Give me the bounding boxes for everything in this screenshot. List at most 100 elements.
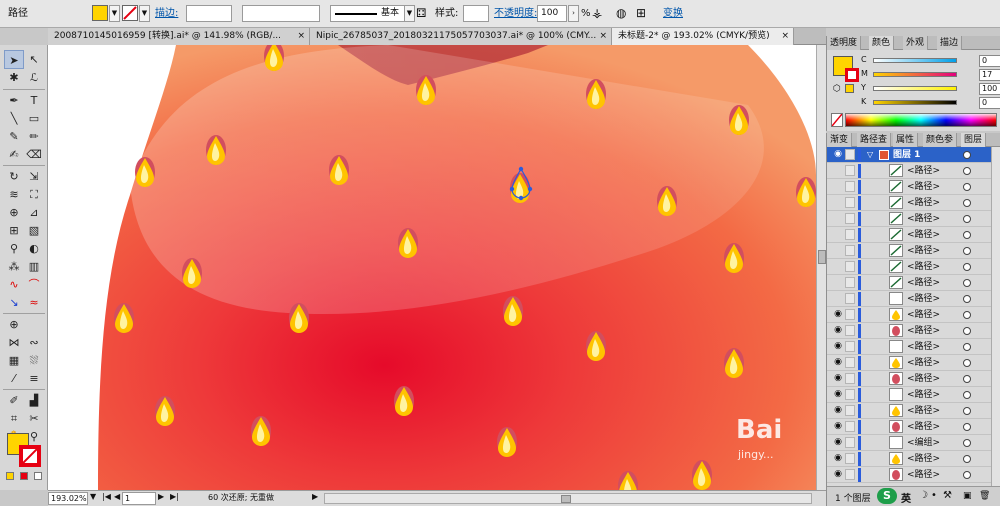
layer-item-row[interactable]: ◉ <路径> bbox=[827, 419, 991, 435]
selection-tool-icon[interactable]: ➤ bbox=[4, 50, 24, 69]
blend-tool-icon[interactable]: ◐ bbox=[24, 239, 44, 258]
opacity-dropdown-arrow[interactable]: › bbox=[568, 5, 579, 22]
color-spectrum-bar[interactable] bbox=[845, 113, 997, 127]
canvas-vertical-scrollbar[interactable] bbox=[816, 45, 826, 490]
expand-icon[interactable]: ▽ bbox=[867, 147, 873, 163]
channel-value[interactable]: 100 bbox=[979, 83, 1000, 95]
graphic-style-icon[interactable]: ⚃ bbox=[416, 5, 426, 21]
next-artboard-icon[interactable]: ▶ bbox=[158, 492, 164, 505]
lock-toggle[interactable] bbox=[845, 165, 855, 176]
cube-icon[interactable]: ⬡ bbox=[833, 84, 841, 94]
knife-tool-icon[interactable]: ⁄ bbox=[4, 369, 24, 388]
brush-definition[interactable]: 基本 bbox=[330, 5, 410, 22]
visibility-eye-icon[interactable] bbox=[833, 293, 843, 304]
magic-wand-tool-icon[interactable]: ✱ bbox=[4, 68, 24, 87]
stroke-color-swatch[interactable] bbox=[19, 445, 41, 467]
visibility-eye-icon[interactable]: ◉ bbox=[833, 309, 843, 320]
measure-tool-icon[interactable]: ▟ bbox=[24, 391, 44, 410]
channel-value[interactable]: 0 bbox=[979, 55, 1000, 67]
scale-tool-icon[interactable]: ⇲ bbox=[24, 167, 44, 186]
visibility-eye-icon[interactable] bbox=[833, 245, 843, 256]
visibility-eye-icon[interactable]: ◉ bbox=[833, 373, 843, 384]
lock-toggle[interactable] bbox=[845, 181, 855, 192]
visibility-eye-icon[interactable] bbox=[833, 277, 843, 288]
delete-layer-icon[interactable]: 🗑 bbox=[979, 491, 990, 501]
opacity-field[interactable]: 100 bbox=[537, 5, 567, 22]
tab-attributes[interactable]: 属性 bbox=[893, 133, 919, 147]
channel-value[interactable]: 17 bbox=[979, 69, 1000, 81]
fill-dropdown-arrow[interactable]: ▼ bbox=[109, 5, 120, 22]
layer-item-row[interactable]: <路径> bbox=[827, 259, 991, 275]
target-circle[interactable] bbox=[963, 231, 971, 239]
column-graph-tool-icon[interactable]: ▥ bbox=[24, 257, 44, 276]
perspective-grid-tool-icon[interactable]: ⊿ bbox=[24, 203, 44, 222]
slider-track[interactable] bbox=[873, 58, 957, 63]
lock-toggle[interactable] bbox=[845, 469, 855, 480]
stroke-dropdown-arrow[interactable]: ▼ bbox=[139, 5, 150, 22]
visibility-eye-icon[interactable] bbox=[833, 165, 843, 176]
artboard-field[interactable]: 1 bbox=[122, 492, 156, 505]
canvas-horizontal-scrollbar[interactable] bbox=[324, 493, 812, 504]
layer-item-row[interactable]: <路径> bbox=[827, 243, 991, 259]
layer-item-row[interactable]: ◉ <路径> bbox=[827, 467, 991, 483]
tab-pathfinder[interactable]: 路径查 bbox=[857, 133, 892, 147]
lock-toggle[interactable] bbox=[845, 261, 855, 272]
rectangle-tool-icon[interactable]: ▭ bbox=[24, 109, 44, 128]
visibility-eye-icon[interactable]: ◉ bbox=[833, 405, 843, 416]
tab-transparency[interactable]: 透明度 bbox=[827, 36, 862, 50]
crop-tool-icon[interactable]: ⌗ bbox=[4, 409, 24, 428]
lock-toggle[interactable] bbox=[845, 437, 855, 448]
visibility-eye-icon[interactable]: ◉ bbox=[833, 421, 843, 432]
path-edit-tool-icon[interactable]: ≈ bbox=[24, 293, 44, 312]
align-icon[interactable]: ⊞ bbox=[636, 5, 646, 21]
tab-color-guide[interactable]: 颜色参 bbox=[923, 133, 958, 147]
close-icon[interactable]: × bbox=[297, 28, 305, 45]
anchor-select-tool-icon[interactable]: ↘ bbox=[4, 293, 24, 312]
scrollbar-thumb[interactable] bbox=[561, 495, 571, 503]
lock-toggle[interactable] bbox=[845, 341, 855, 352]
layer-item-row[interactable]: ◉ <路径> bbox=[827, 307, 991, 323]
moon-icon[interactable]: ☽ bbox=[919, 490, 928, 501]
lock-toggle[interactable] bbox=[845, 213, 855, 224]
artboard-tool-icon[interactable]: ⊕ bbox=[4, 315, 24, 334]
pen-tool-icon[interactable]: ✒ bbox=[4, 91, 24, 110]
close-icon[interactable]: × bbox=[599, 28, 607, 45]
scissors-tool-icon[interactable]: ✂ bbox=[24, 409, 44, 428]
recolor-icon[interactable]: ⚶ bbox=[592, 5, 602, 21]
dot-icon[interactable]: • bbox=[931, 490, 937, 501]
zoom-field[interactable]: 193.02% bbox=[48, 492, 88, 505]
gradient-tool-icon[interactable]: ▧ bbox=[24, 221, 44, 240]
variable-width-profile[interactable] bbox=[242, 5, 320, 22]
scrollbar-thumb[interactable] bbox=[818, 250, 826, 264]
target-circle[interactable] bbox=[963, 439, 971, 447]
layer-row-main[interactable]: ◉ ▽ 图层 1 bbox=[827, 147, 991, 163]
target-circle[interactable] bbox=[963, 391, 971, 399]
doc-tab-3[interactable]: 未标题-2* @ 193.02% (CMYK/预览) × bbox=[612, 28, 794, 45]
target-circle[interactable] bbox=[963, 327, 971, 335]
visibility-eye-icon[interactable]: ◉ bbox=[833, 357, 843, 368]
doc-tab-1[interactable]: 2008710145016959 [转换].ai* @ 141.98% (RGB… bbox=[48, 28, 310, 45]
visibility-eye-icon[interactable] bbox=[833, 181, 843, 192]
shape-builder-tool-icon[interactable]: ⊕ bbox=[4, 203, 24, 222]
layer-item-row[interactable]: ◉ <路径> bbox=[827, 451, 991, 467]
visibility-eye-icon[interactable] bbox=[833, 213, 843, 224]
none-mode-button[interactable] bbox=[34, 472, 42, 480]
tab-appearance[interactable]: 外观 bbox=[903, 36, 929, 50]
target-circle[interactable] bbox=[963, 215, 971, 223]
layer-item-row[interactable]: <路径> bbox=[827, 195, 991, 211]
eraser-tool-icon[interactable]: ⌫ bbox=[24, 145, 44, 164]
layer-item-row[interactable]: <路径> bbox=[827, 163, 991, 179]
out-of-gamut-swatch[interactable] bbox=[845, 84, 854, 93]
tab-color[interactable]: 颜色 bbox=[869, 36, 895, 50]
first-artboard-icon[interactable]: |◀ bbox=[102, 492, 111, 505]
lock-toggle[interactable] bbox=[845, 389, 855, 400]
visibility-eye-icon[interactable]: ◉ bbox=[833, 469, 843, 480]
target-circle[interactable] bbox=[963, 279, 971, 287]
color-mode-button[interactable] bbox=[6, 472, 14, 480]
blob-brush-tool-icon[interactable]: ✍ bbox=[4, 145, 24, 164]
transform-link[interactable]: 变换 bbox=[663, 5, 683, 23]
target-circle[interactable] bbox=[963, 423, 971, 431]
lock-toggle[interactable] bbox=[845, 405, 855, 416]
eyedropper-alt-tool-icon[interactable]: ✐ bbox=[4, 391, 24, 410]
lock-toggle[interactable] bbox=[845, 277, 855, 288]
